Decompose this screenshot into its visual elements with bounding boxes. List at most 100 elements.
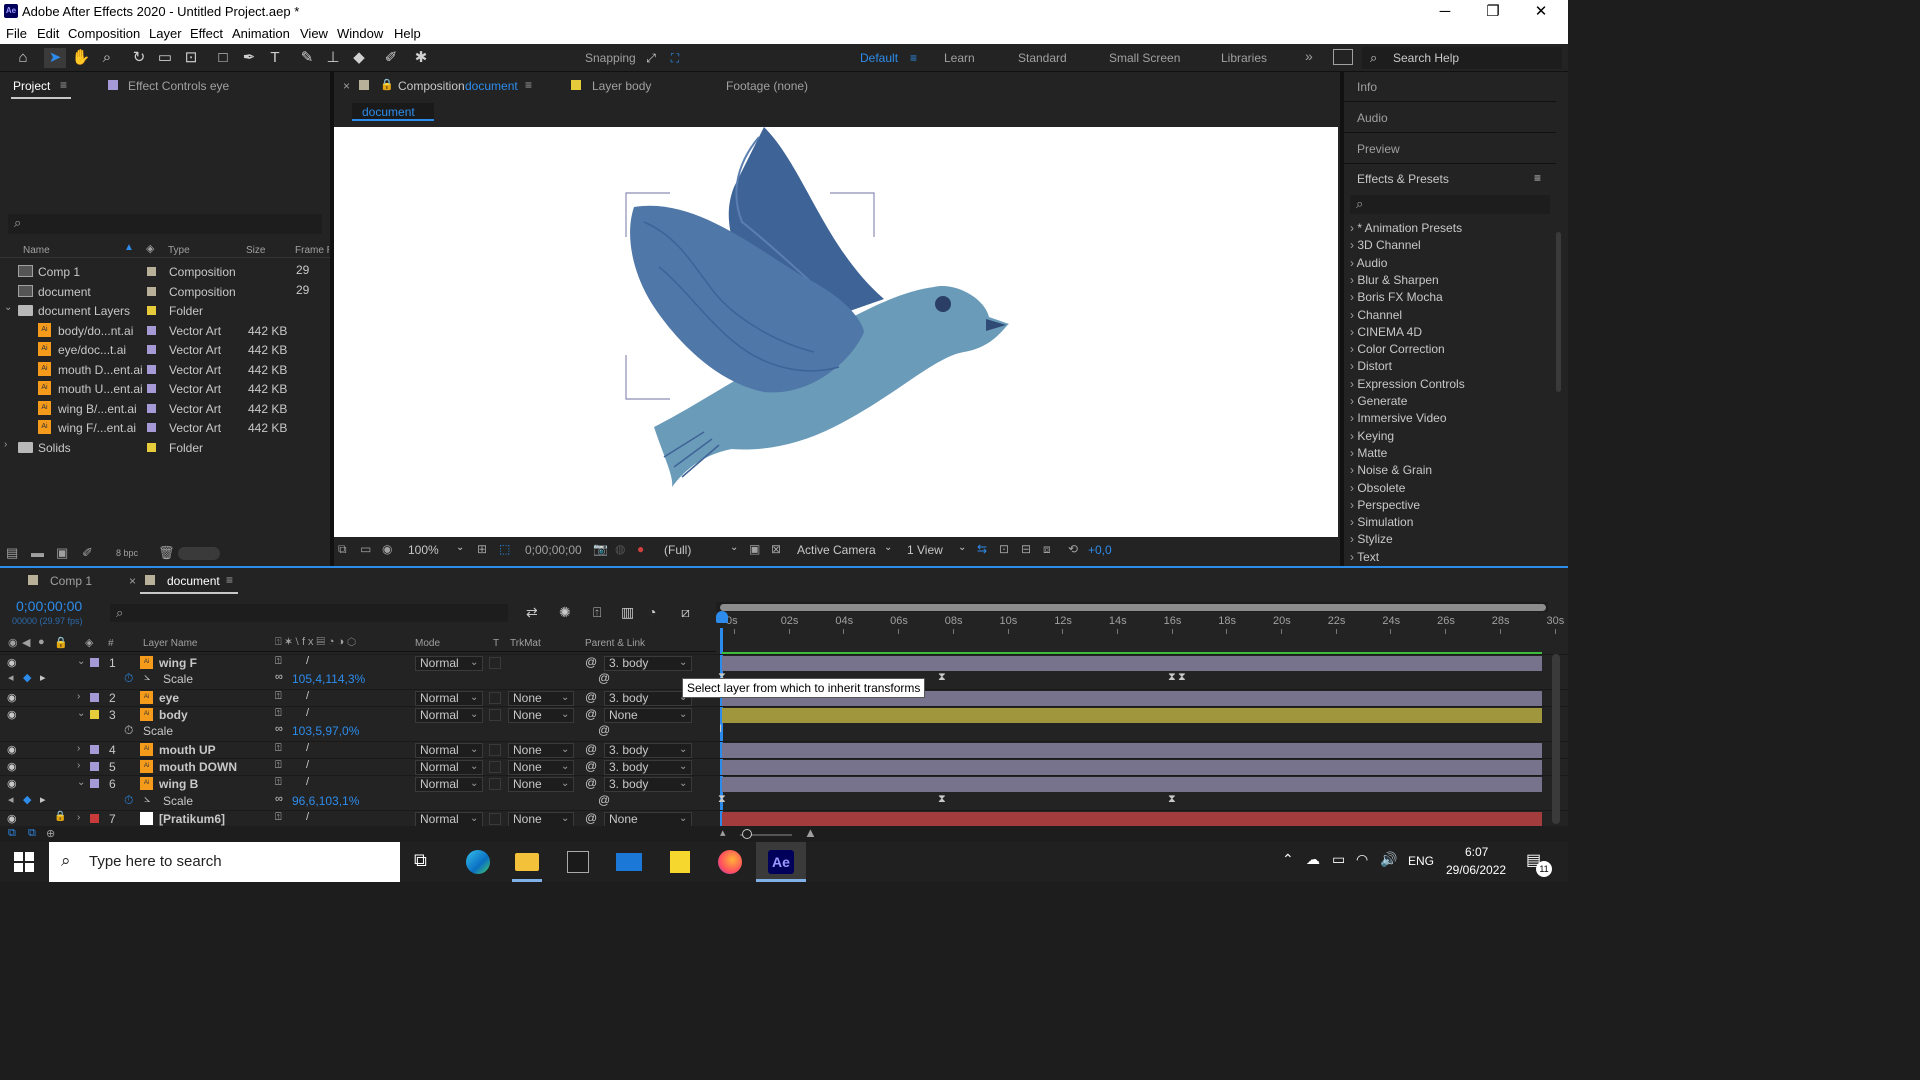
effect-category[interactable]: › * Animation Presets [1350, 221, 1462, 235]
keyframe[interactable]: ⧗ [938, 671, 946, 684]
stopwatch-icon[interactable]: ⏱ [124, 793, 133, 808]
label-color-swatch[interactable] [147, 403, 156, 413]
effect-category[interactable]: › Obsolete [1350, 481, 1405, 495]
new-folder-icon[interactable]: ▬ [31, 545, 44, 560]
effect-category[interactable]: › Perspective [1350, 498, 1420, 512]
label-color-swatch[interactable] [147, 286, 156, 296]
mode-dropdown[interactable]: Normal ⌄ [415, 760, 483, 775]
preserve-transparency-checkbox[interactable] [489, 692, 501, 704]
work-area-range[interactable] [720, 604, 1546, 611]
eraser-tool-icon[interactable]: ◆ [348, 48, 370, 68]
solo-switch-icon[interactable]: ● [38, 636, 45, 648]
eye-icon[interactable]: ◉ [7, 777, 17, 790]
show-hidden-icons-icon[interactable]: ⌃ [1282, 851, 1294, 868]
layer-switches-toggle-icon[interactable]: ⧉ [8, 827, 16, 840]
eye-icon[interactable]: ◉ [7, 656, 17, 669]
after-effects-taskbar-button[interactable]: Ae [756, 842, 806, 882]
label-color-swatch[interactable] [147, 306, 156, 315]
layer-duration-bar[interactable] [722, 812, 1542, 827]
sort-ascending-icon[interactable]: ▲ [124, 242, 134, 253]
quality-switch-icon[interactable]: / [306, 690, 309, 702]
trkmat-dropdown[interactable]: None ⌄ [508, 760, 574, 775]
type-tool-icon[interactable]: T [264, 48, 286, 68]
column-size[interactable]: Size [246, 245, 265, 256]
layer-name[interactable]: wing F [159, 656, 197, 670]
workspace-sync-icon[interactable] [1333, 49, 1353, 65]
property-row[interactable]: ◂ ◆ ▸ ⏱ ⦣ Scale ∞ 96,6,103,1% @ ⧗ ⧗ ⧗ [0, 793, 1568, 810]
shy-switch-icon[interactable]: ⍐ [275, 742, 282, 755]
project-item[interactable]: › Solids Folder [0, 438, 330, 457]
rectangle-tool-icon[interactable]: □ [212, 48, 234, 68]
audio-switch-icon[interactable]: ◀ [22, 636, 30, 649]
timeline-zoom-thumb[interactable] [742, 829, 752, 839]
project-search-input[interactable]: ⌕ [8, 214, 322, 234]
video-switch-icon[interactable]: ◉ [8, 636, 18, 649]
onedrive-icon[interactable]: ☁ [1306, 851, 1320, 868]
parent-dropdown[interactable]: 3. body ⌄ [604, 760, 692, 775]
timeline-menu-icon[interactable]: ≡ [226, 573, 233, 587]
menu-effect[interactable]: Effect [190, 26, 223, 41]
trkmat-dropdown[interactable]: None ⌄ [508, 812, 574, 827]
next-keyframe-icon[interactable]: ▸ [40, 793, 46, 806]
effect-category[interactable]: › Immersive Video [1350, 411, 1447, 425]
label-color-swatch[interactable] [90, 693, 99, 702]
effects-search-input[interactable]: ⌕ [1350, 195, 1550, 214]
mode-dropdown[interactable]: Normal ⌄ [415, 708, 483, 723]
chevron-right-icon[interactable]: › [4, 439, 7, 450]
pickwhip-icon[interactable]: @ [585, 655, 597, 669]
zoom-chevron-down-icon[interactable]: ⌄ [456, 542, 464, 553]
sticky-notes-icon[interactable] [670, 851, 690, 873]
close-tab-icon[interactable]: × [343, 79, 350, 93]
project-item[interactable]: Ai wing B/...ent.ai Vector Art 442 KB [0, 399, 330, 418]
effects-menu-icon[interactable]: ≡ [1534, 171, 1541, 185]
pickwhip-icon[interactable]: @ [585, 742, 597, 756]
view-chevron-down-icon[interactable]: ⌄ [958, 542, 966, 553]
project-menu-icon[interactable]: ≡ [60, 78, 67, 92]
trkmat-dropdown[interactable]: None ⌄ [508, 691, 574, 706]
shy-switch-icon[interactable]: ⍐ [275, 811, 282, 824]
label-tag-icon[interactable]: ◈ [85, 636, 93, 649]
label-color-swatch[interactable] [147, 267, 156, 276]
tab-project[interactable]: Project [13, 79, 50, 93]
snapshot-icon[interactable]: 📷 [593, 542, 608, 556]
property-value[interactable]: 105,4,114,3% [292, 672, 365, 686]
chevron-right-icon[interactable]: › [77, 691, 80, 702]
layer-name[interactable]: eye [159, 691, 179, 705]
tab-composition-name[interactable]: document [465, 79, 518, 93]
minimize-button[interactable]: ─ [1422, 2, 1468, 22]
label-color-swatch[interactable] [147, 364, 156, 374]
trash-icon[interactable]: 🗑 [158, 545, 175, 561]
pan-behind-tool-icon[interactable]: ⊡ [180, 48, 202, 68]
pickwhip-icon[interactable]: @ [585, 811, 597, 825]
shy-switch-icon[interactable]: ⍐ [275, 707, 282, 720]
effect-category[interactable]: › CINEMA 4D [1350, 325, 1422, 339]
workspace-default[interactable]: Default [860, 51, 898, 65]
snap-features-icon[interactable]: ⛶ [664, 48, 686, 68]
new-composition-icon[interactable]: ▣ [56, 545, 68, 561]
label-color-swatch[interactable] [147, 345, 156, 354]
comp-viewer[interactable] [334, 127, 1338, 537]
prev-keyframe-icon[interactable]: ◂ [8, 671, 14, 684]
zoom-in-icon[interactable]: ▲ [804, 825, 817, 840]
workspace-learn[interactable]: Learn [944, 51, 975, 65]
column-layer-name[interactable]: Layer Name [143, 638, 197, 649]
taskbar-search-box[interactable]: ⌕ Type here to search [49, 842, 400, 882]
layer-duration-bar[interactable] [722, 708, 1542, 723]
tab-document[interactable]: document [167, 574, 220, 588]
quality-switch-icon[interactable]: / [306, 655, 309, 667]
effect-category[interactable]: › Expression Controls [1350, 377, 1465, 391]
close-button[interactable]: ✕ [1518, 2, 1564, 22]
column-type[interactable]: Type [168, 245, 190, 256]
project-item[interactable]: Ai mouth D...ent.ai Vector Art 442 KB [0, 360, 330, 379]
effect-category[interactable]: › Blur & Sharpen [1350, 273, 1439, 287]
hand-tool-icon[interactable]: ✋ [70, 48, 92, 68]
prev-keyframe-icon[interactable]: ◂ [8, 793, 14, 806]
pixel-aspect-icon[interactable]: ⇆ [977, 542, 987, 556]
clock-date[interactable]: 29/06/2022 [1446, 863, 1506, 877]
constrain-proportions-icon[interactable]: ∞ [275, 793, 283, 805]
column-mode[interactable]: Mode [415, 638, 440, 649]
firefox-icon[interactable] [718, 850, 742, 874]
grid-icon[interactable]: ⊞ [477, 542, 487, 556]
parent-dropdown[interactable]: None ⌄ [604, 708, 692, 723]
tab-footage[interactable]: Footage (none) [726, 79, 808, 93]
